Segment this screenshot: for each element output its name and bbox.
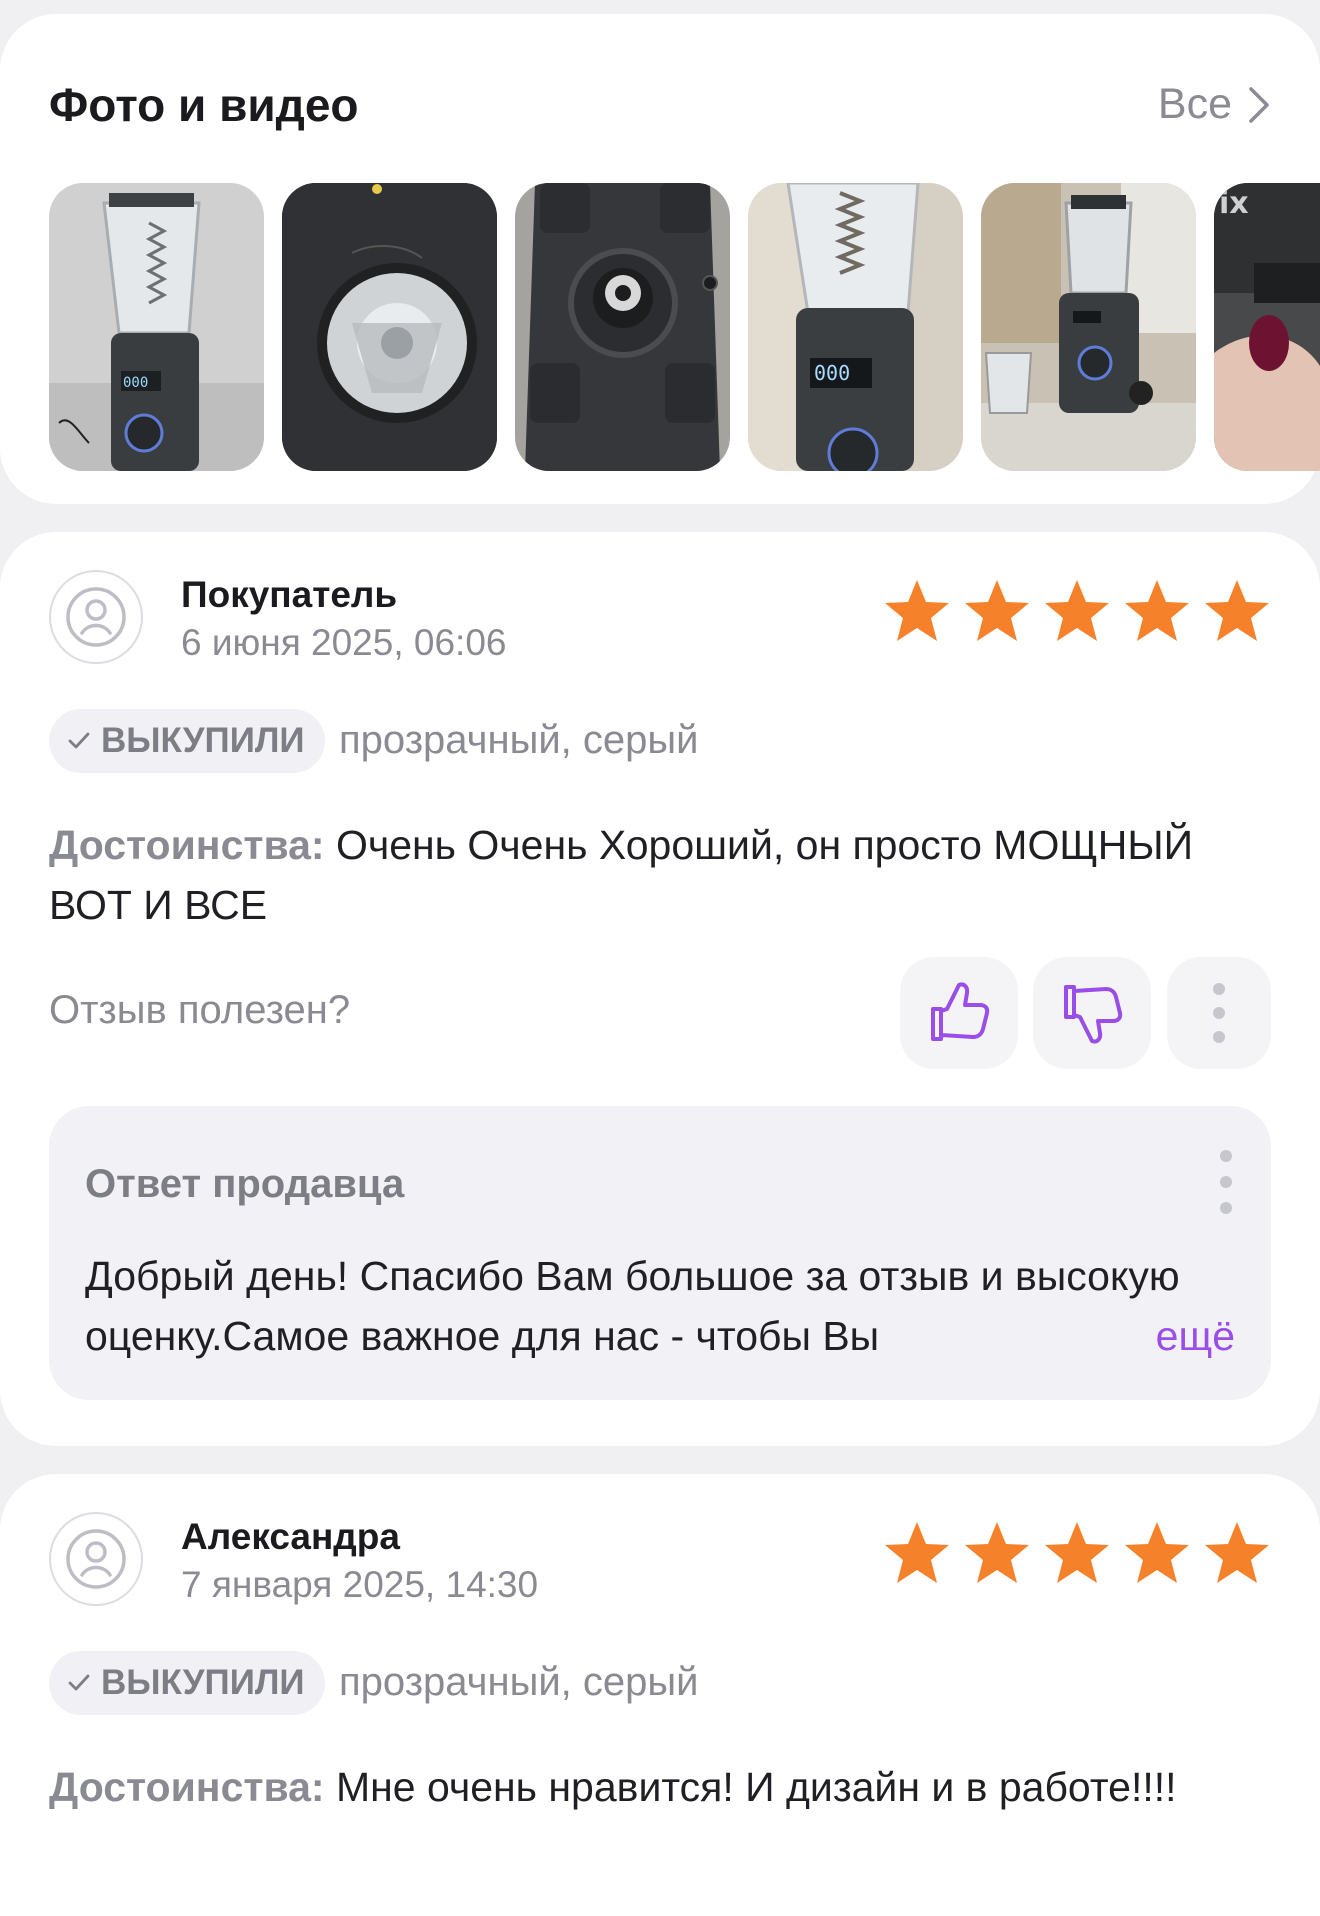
sad-face-icon [66,587,126,647]
pros-label: Достоинства: [49,1764,325,1810]
blender-display-readout: 000 [814,361,850,385]
review-author: Покупатель [181,574,398,615]
helpful-label: Отзыв полезен? [49,988,351,1032]
badge-label: ВЫКУПИЛИ [101,721,305,760]
show-more-link[interactable]: ещё [1151,1312,1235,1360]
all-photos-label: Все [1157,80,1232,128]
photo-thumbnail[interactable] [515,183,730,471]
photos-card: Фото и видео Все 000 000 ix [0,14,1320,504]
blender-photo-1: 000 [49,183,264,471]
purchased-badge: ВЫКУПИЛИ [49,1651,325,1715]
blender-display-readout: 000 [123,375,148,391]
thumbs-up-button[interactable] [900,957,1018,1069]
blender-photo-3 [515,183,730,471]
star-icon [885,1522,949,1583]
product-variant: прозрачный, серый [339,718,699,762]
thumbs-down-icon [1064,985,1123,1044]
more-vertical-icon [1213,983,1225,1043]
blender-photo-5 [981,183,1196,471]
review-card: Александра 7 января 2025, 14:30 ВЫКУПИЛИ… [0,1474,1320,1916]
badge-label: ВЫКУПИЛИ [101,1663,305,1702]
star-icon [1045,1522,1109,1583]
avatar [49,1512,143,1606]
star-icon [885,580,949,641]
avatar [49,570,143,664]
check-icon [68,1674,90,1691]
star-icon [965,580,1029,641]
review-card: Покупатель 6 июня 2025, 06:06 ВЫКУПИЛИ п… [0,532,1320,1446]
review-date: 7 января 2025, 14:30 [181,1564,539,1605]
review-text: Достоинства: Мне очень нравится! И дизай… [49,1757,1249,1817]
photo-thumbnail[interactable]: 000 [49,183,264,471]
more-options-button[interactable] [1167,957,1271,1069]
star-icon [965,1522,1029,1583]
photo-thumbnail[interactable]: 000 [748,183,963,471]
thumbs-down-button[interactable] [1033,957,1151,1069]
text-fade [1041,1306,1152,1366]
sad-face-icon [66,1529,126,1589]
check-icon [68,732,90,749]
chevron-right-icon [1249,86,1269,123]
blender-photo-4: 000 [748,183,963,471]
purchased-badge: ВЫКУПИЛИ [49,709,325,773]
seller-reply-title: Ответ продавца [85,1162,405,1206]
star-icon [1125,580,1189,641]
section-title: Фото и видео [49,79,359,131]
reply-more-wrap: ещё [1041,1306,1235,1366]
photo-carousel[interactable]: 000 000 ix [49,169,1320,471]
product-variant: прозрачный, серый [339,1660,699,1704]
photo-thumbnail[interactable]: ix [1214,183,1320,471]
pros-text: Мне очень нравится! И дизайн и в работе!… [324,1764,1177,1810]
photo-overlay-text: ix [1219,186,1249,221]
blender-photo-2 [282,183,497,471]
rating-stars [882,577,1272,647]
rating-stars [882,1519,1272,1589]
thumbs-up-icon [931,982,990,1041]
photo-thumbnail[interactable] [282,183,497,471]
more-vertical-icon[interactable] [1211,1144,1241,1220]
star-icon [1125,1522,1189,1583]
star-icon [1045,580,1109,641]
pros-label: Достоинства: [49,822,325,868]
review-text: Достоинства: Очень Очень Хороший, он про… [49,815,1249,935]
photo-thumbnail[interactable] [981,183,1196,471]
all-photos-link[interactable]: Все [1158,80,1272,129]
review-author: Александра [181,1516,400,1557]
seller-reply: Ответ продавца Добрый день! Спасибо Вам … [49,1106,1271,1400]
star-icon [1205,1522,1269,1583]
star-icon [1205,580,1269,641]
blender-photo-6: ix [1214,183,1320,471]
review-date: 6 июня 2025, 06:06 [181,622,507,663]
